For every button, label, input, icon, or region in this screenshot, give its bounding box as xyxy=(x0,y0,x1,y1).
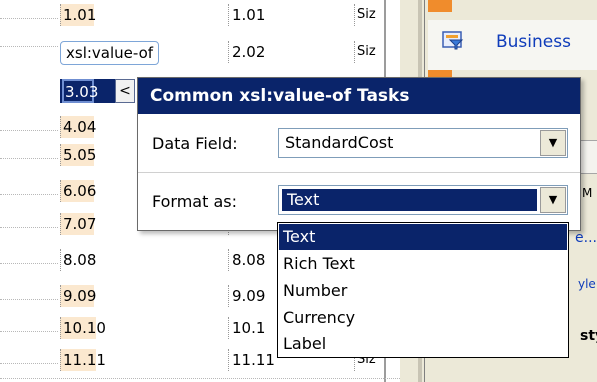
row-guide xyxy=(0,363,58,364)
grid-cell[interactable]: 5.05 xyxy=(60,144,96,166)
dropdown-option-currency[interactable]: Currency xyxy=(279,305,567,331)
format-dropdown-list: Text Rich Text Number Currency Label xyxy=(277,222,569,358)
pane-link[interactable]: e... xyxy=(575,230,597,246)
grid-cell[interactable]: 10.10 xyxy=(60,317,106,339)
chevron-down-icon[interactable]: ▼ xyxy=(540,187,566,213)
pane-item-icon xyxy=(428,0,452,12)
grid-cell[interactable]: 2.02 xyxy=(228,41,338,63)
grid-cell[interactable]: 9.09 xyxy=(60,285,96,307)
row-guide xyxy=(0,263,58,264)
row-guide xyxy=(0,227,58,228)
dropdown-option-rich-text[interactable]: Rich Text xyxy=(279,251,567,277)
grid-cell[interactable]: 7.07 xyxy=(60,213,96,235)
pane-link[interactable]: yle xyxy=(578,277,596,291)
grid-cell[interactable]: 1.01 xyxy=(228,4,338,26)
data-field-label: Data Field: xyxy=(152,134,238,153)
row-guide xyxy=(0,46,58,47)
selected-cell[interactable]: 3.03 xyxy=(60,79,116,103)
format-label: Format as: xyxy=(152,192,237,211)
smart-tag-button[interactable]: < xyxy=(115,79,135,103)
grid-cell[interactable]: 8.08 xyxy=(60,249,96,271)
divider xyxy=(138,172,580,173)
grid-cell[interactable]: Siz xyxy=(354,41,384,63)
grid-cell[interactable]: 6.06 xyxy=(60,180,96,202)
grid-cell[interactable]: 4.04 xyxy=(60,116,96,138)
business-form-icon xyxy=(442,31,464,50)
pane-heading: sty xyxy=(580,328,597,344)
pane-item-label: Business xyxy=(496,32,571,52)
table-row: 1.01 1.01 Siz xyxy=(0,0,418,28)
row-guide xyxy=(0,331,58,332)
row-guide xyxy=(0,158,58,159)
chevron-down-icon[interactable]: ▼ xyxy=(540,130,566,156)
pane-item-business[interactable]: Business xyxy=(428,20,597,70)
element-tag-label[interactable]: xsl:value-of xyxy=(60,41,160,65)
row-guide xyxy=(0,299,58,300)
row-guide xyxy=(0,378,418,379)
dropdown-option-text[interactable]: Text xyxy=(279,224,567,250)
row-guide xyxy=(0,194,58,195)
selected-cell-value: 3.03 xyxy=(62,79,98,103)
grid-cell[interactable]: Siz xyxy=(354,4,384,26)
smart-tag-popup: Common xsl:value-of Tasks Data Field: St… xyxy=(137,77,581,231)
row-guide xyxy=(0,130,58,131)
pane-tab-label: M xyxy=(582,186,593,200)
popup-title: Common xsl:value-of Tasks xyxy=(138,78,580,114)
format-select[interactable]: Text ▼ xyxy=(278,185,568,215)
data-field-select[interactable]: StandardCost ▼ xyxy=(278,128,568,158)
dropdown-option-number[interactable]: Number xyxy=(279,278,567,304)
data-field-value: StandardCost xyxy=(285,133,394,152)
format-value: Text xyxy=(282,189,537,211)
row-guide xyxy=(0,18,58,19)
grid-cell[interactable]: 11.11 xyxy=(60,349,106,371)
dropdown-option-label[interactable]: Label xyxy=(279,331,567,357)
grid-cell[interactable]: 1.01 xyxy=(60,4,96,26)
